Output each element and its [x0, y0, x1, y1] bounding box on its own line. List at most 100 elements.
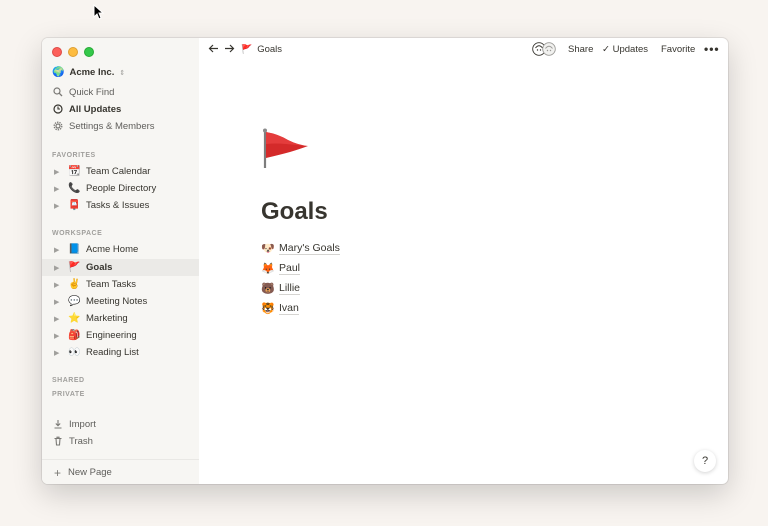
sidebar-item-label: Team Calendar: [86, 166, 151, 177]
forward-arrow-icon[interactable]: [224, 43, 235, 54]
sidebar: 🌍 Acme Inc. ⇕ Quick Find All Updates Set…: [42, 38, 199, 484]
import-icon: [54, 420, 62, 429]
window-controls: [52, 47, 94, 57]
page-link-label: Ivan: [279, 301, 299, 315]
new-page-button[interactable]: + New Page: [42, 459, 199, 484]
postbox-icon: 📮: [68, 200, 81, 211]
page-link-paul[interactable]: 🦊 Paul: [261, 259, 301, 277]
page-link-ivan[interactable]: 🐯 Ivan: [261, 299, 299, 317]
expand-triangle-icon[interactable]: ▶: [54, 349, 66, 357]
star-icon: ⭐: [68, 313, 81, 324]
expand-triangle-icon[interactable]: ▶: [54, 246, 66, 254]
updates-label: Updates: [612, 44, 648, 55]
breadcrumb-page-title: Goals: [257, 44, 283, 55]
sidebar-item-team-calendar[interactable]: ▶ 📆 Team Calendar: [42, 163, 199, 180]
red-flag-icon: 🚩: [241, 44, 253, 54]
sidebar-item-label: Team Tasks: [86, 279, 136, 290]
topbar: 🚩 Goals Share ✓ Updates Favorite •••: [199, 38, 728, 60]
fox-icon: 🦊: [261, 262, 275, 275]
expand-triangle-icon[interactable]: ▶: [54, 281, 66, 289]
back-arrow-icon[interactable]: [208, 43, 219, 54]
sidebar-item-marketing[interactable]: ▶ ⭐ Marketing: [42, 310, 199, 327]
gear-icon: [53, 121, 63, 131]
speech-bubble-icon: 💬: [68, 296, 81, 307]
page-link-label: Lillie: [279, 281, 301, 295]
page-link-label: Paul: [279, 261, 301, 275]
backpack-icon: 🎒: [68, 330, 81, 341]
sidebar-item-label: Reading List: [86, 347, 139, 358]
eyes-icon: 👀: [68, 347, 81, 358]
sidebar-item-goals[interactable]: ▶ 🚩 Goals: [42, 259, 199, 276]
close-window-button[interactable]: [52, 47, 62, 57]
red-flag-icon: 🚩: [68, 262, 81, 273]
expand-triangle-icon[interactable]: ▶: [54, 332, 66, 340]
maximize-window-button[interactable]: [84, 47, 94, 57]
page-title[interactable]: Goals: [261, 198, 328, 226]
victory-hand-icon: ✌️: [68, 279, 81, 290]
help-button[interactable]: ?: [694, 450, 716, 472]
sidebar-item-engineering[interactable]: ▶ 🎒 Engineering: [42, 327, 199, 344]
shared-section-label: SHARED: [52, 377, 85, 384]
workspace-switcher[interactable]: 🌍 Acme Inc. ⇕: [52, 67, 125, 78]
expand-triangle-icon[interactable]: ▶: [54, 315, 66, 323]
workspace-section-label: WORKSPACE: [52, 230, 103, 237]
search-icon: [53, 87, 63, 97]
mouse-cursor-icon: [93, 4, 105, 20]
phone-icon: 📞: [68, 183, 81, 194]
sidebar-item-people-directory[interactable]: ▶ 📞 People Directory: [42, 180, 199, 197]
collaborator-avatars[interactable]: [532, 42, 558, 56]
sidebar-item-label: Marketing: [86, 313, 128, 324]
favorite-button[interactable]: Favorite: [661, 44, 695, 55]
trash-button[interactable]: Trash: [53, 433, 93, 449]
expand-triangle-icon[interactable]: ▶: [54, 202, 66, 210]
all-updates-button[interactable]: All Updates: [53, 101, 121, 117]
sidebar-item-label: Meeting Notes: [86, 296, 148, 307]
dog-icon: 🐶: [261, 242, 275, 255]
import-label: Import: [69, 418, 96, 430]
trash-icon: [54, 436, 62, 446]
check-icon: ✓: [602, 44, 610, 55]
workspace-name: Acme Inc.: [69, 67, 115, 78]
more-options-icon[interactable]: •••: [704, 42, 720, 56]
tiger-icon: 🐯: [261, 302, 275, 315]
calendar-icon: 📆: [68, 166, 81, 177]
blue-book-icon: 📘: [68, 244, 81, 255]
page-icon-red-flag-icon[interactable]: [262, 128, 310, 170]
breadcrumb[interactable]: 🚩 Goals: [241, 44, 282, 55]
sidebar-item-reading-list[interactable]: ▶ 👀 Reading List: [42, 344, 199, 361]
clock-icon: [53, 104, 63, 114]
page-link-lillie[interactable]: 🐻 Lillie: [261, 279, 301, 297]
chevron-updown-icon: ⇕: [119, 69, 126, 77]
page-link-marys-goals[interactable]: 🐶 Mary's Goals: [261, 239, 340, 257]
favorites-section-label: FAVORITES: [52, 152, 96, 159]
plus-icon: +: [54, 465, 62, 480]
sidebar-item-team-tasks[interactable]: ▶ ✌️ Team Tasks: [42, 276, 199, 293]
expand-triangle-icon[interactable]: ▶: [54, 168, 66, 176]
trash-label: Trash: [69, 435, 93, 447]
globe-icon: 🌍: [52, 67, 65, 78]
sidebar-item-tasks-issues[interactable]: ▶ 📮 Tasks & Issues: [42, 197, 199, 214]
sidebar-item-label: Tasks & Issues: [86, 200, 150, 211]
sidebar-item-label: Goals: [86, 262, 113, 273]
sidebar-item-acme-home[interactable]: ▶ 📘 Acme Home: [42, 241, 199, 258]
all-updates-label: All Updates: [69, 103, 122, 115]
updates-button[interactable]: ✓ Updates: [602, 44, 648, 55]
import-button[interactable]: Import: [53, 416, 96, 432]
quick-find-button[interactable]: Quick Find: [53, 84, 114, 100]
sidebar-item-meeting-notes[interactable]: ▶ 💬 Meeting Notes: [42, 293, 199, 310]
new-page-label: New Page: [68, 467, 112, 478]
share-button[interactable]: Share: [568, 44, 593, 55]
expand-triangle-icon[interactable]: ▶: [54, 185, 66, 193]
private-section-label: PRIVATE: [52, 391, 85, 398]
sidebar-item-label: People Directory: [86, 183, 157, 194]
minimize-window-button[interactable]: [68, 47, 78, 57]
app-window: 🌍 Acme Inc. ⇕ Quick Find All Updates Set…: [42, 38, 728, 484]
sidebar-item-label: Acme Home: [86, 244, 139, 255]
bear-icon: 🐻: [261, 282, 275, 295]
page-link-label: Mary's Goals: [279, 241, 340, 255]
sidebar-item-label: Engineering: [86, 330, 137, 341]
expand-triangle-icon[interactable]: ▶: [54, 298, 66, 306]
settings-members-button[interactable]: Settings & Members: [53, 118, 155, 134]
settings-members-label: Settings & Members: [69, 120, 155, 132]
expand-triangle-icon[interactable]: ▶: [54, 264, 66, 272]
